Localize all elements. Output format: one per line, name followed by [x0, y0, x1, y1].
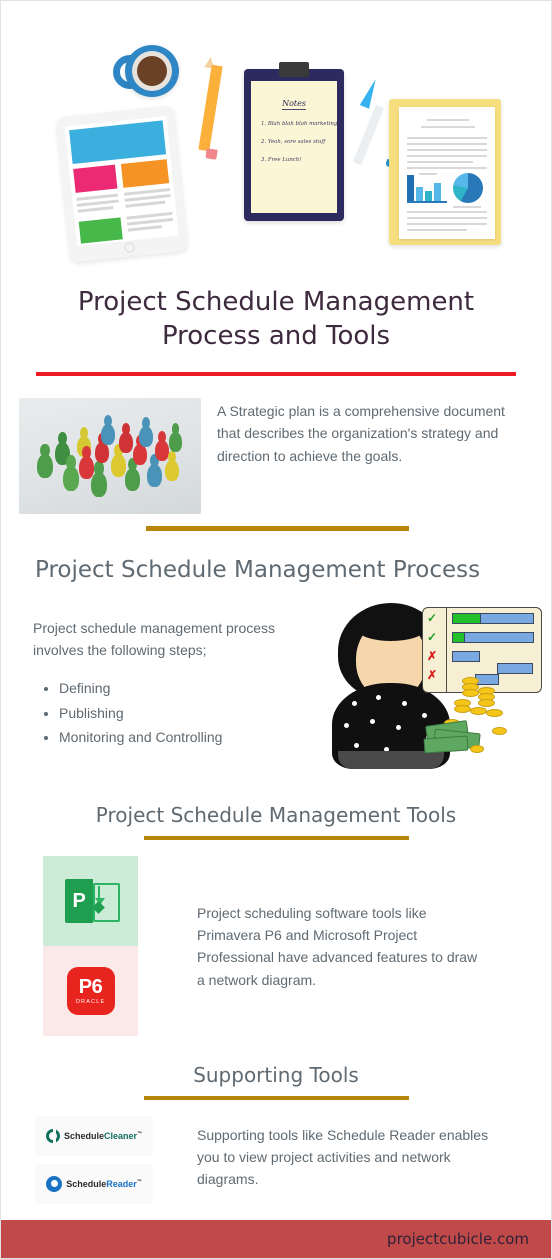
list-item: Defining — [59, 676, 222, 701]
footer-bar: projectcubicle.com — [1, 1220, 551, 1258]
divider-gold-intro — [146, 525, 409, 531]
clipboard-note-2: 2. Yeah, sore sales stuff — [261, 139, 326, 145]
list-item: Publishing — [59, 701, 222, 726]
process-heading: Project Schedule Management Process — [35, 556, 481, 583]
pencil-eraser — [205, 148, 218, 160]
process-paragraph: Project schedule management process invo… — [33, 619, 276, 659]
intro-paragraph: A Strategic plan is a comprehensive docu… — [217, 402, 505, 464]
divider-gold-supporting — [143, 1095, 409, 1100]
infographic-page: Notes 1. Blah blah blah marketing 2. Yea… — [0, 0, 552, 1259]
schedulereader-bold: Schedule — [66, 1178, 107, 1189]
divider-red — [36, 371, 516, 376]
page-title: Project Schedule Management Process and … — [77, 287, 475, 352]
pen-cap — [359, 77, 381, 109]
tools-section: P P6 ORACLE Project scheduling software … — [1, 855, 551, 1041]
list-item: Monitoring and Controlling — [59, 725, 222, 750]
process-steps-list: Defining Publishing Monitoring and Contr… — [35, 676, 222, 751]
schedulecleaner-accent: Cleaner — [103, 1130, 138, 1141]
process-section: Project schedule management process invo… — [1, 601, 551, 781]
microsoft-project-logo: P — [43, 855, 138, 946]
clipboard-title: Notes — [282, 99, 306, 110]
clipboard-icon: Notes 1. Blah blah blah marketing 2. Yea… — [244, 62, 344, 221]
clipboard-note-3: 3. Free Lunch! — [261, 157, 302, 163]
intro-section: A Strategic plan is a comprehensive docu… — [19, 397, 525, 514]
supporting-heading: Supporting Tools — [193, 1062, 359, 1087]
pencil-icon — [198, 64, 223, 152]
divider-gold-tools — [143, 835, 409, 840]
tablet-icon — [55, 105, 189, 263]
supporting-section: ScheduleCleaner™ ScheduleReader™ Support… — [1, 1115, 551, 1216]
tools-paragraph: Project scheduling software tools like P… — [197, 904, 478, 988]
schedulecleaner-bold: Schedule — [63, 1130, 104, 1141]
clipboard-clip — [279, 62, 309, 77]
oracle-label: ORACLE — [75, 998, 106, 1005]
supporting-paragraph: Supporting tools like Schedule Reader en… — [197, 1126, 489, 1188]
schedulereader-mark-icon — [46, 1175, 63, 1192]
report-document — [399, 107, 495, 239]
tools-heading: Project Schedule Management Tools — [95, 802, 457, 827]
site-name: projectcubicle.com — [387, 1230, 529, 1248]
schedulecleaner-logo: ScheduleCleaner™ — [35, 1115, 153, 1156]
schedulecleaner-mark-icon — [45, 1128, 60, 1143]
p6-label: P6 — [78, 975, 103, 998]
money-icon — [414, 675, 510, 759]
oracle-p6-logo: P6 ORACLE — [43, 945, 138, 1036]
coffee-cup-icon — [125, 45, 179, 97]
schedulereader-accent: Reader — [106, 1178, 137, 1189]
hero-illustration: Notes 1. Blah blah blah marketing 2. Yea… — [1, 1, 551, 263]
schedulereader-logo: ScheduleReader™ — [35, 1163, 153, 1204]
colored-pawns-photo — [19, 397, 201, 514]
msp-letter: P — [72, 889, 86, 912]
pen-icon — [352, 104, 385, 166]
process-illustration: ✓ ✓ ✗ ✗ — [326, 601, 542, 773]
clipboard-note-1: 1. Blah blah blah marketing — [261, 121, 338, 127]
